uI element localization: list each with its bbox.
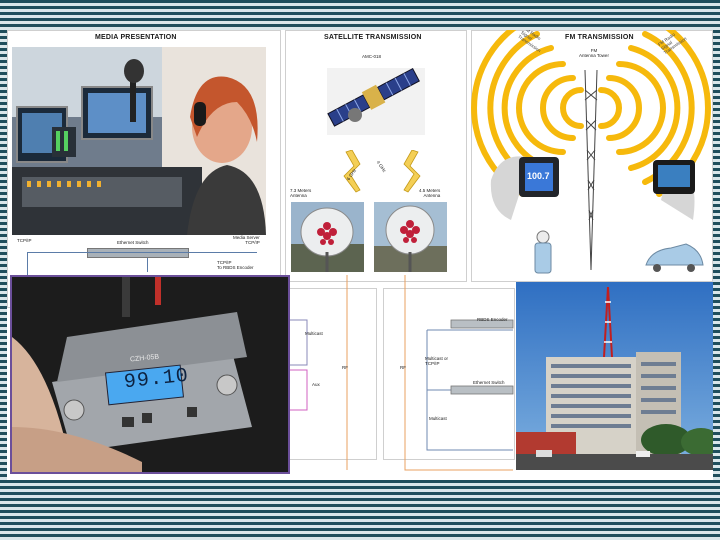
multicast-tcpip-label: Multicast or TCP/IP <box>425 356 449 366</box>
lower-switch-label: Ethernet Switch <box>473 380 505 385</box>
multicast-left-label: Multicast <box>305 331 323 336</box>
aux-left-label: Aux <box>312 382 320 387</box>
rbds-encoder-label: RBDS Encoder <box>477 317 508 322</box>
rf-right-label: RF <box>400 365 406 370</box>
fm-transmitter-photo: CZH-05B 99.10 <box>10 275 290 474</box>
slide: MEDIA PRESENTATION SATELLITE TRANSMISSIO… <box>7 30 713 480</box>
multicast-right-label: Multicast <box>429 416 447 421</box>
rf-left-label: RF <box>342 365 348 370</box>
broadcast-building-photo <box>516 282 713 470</box>
